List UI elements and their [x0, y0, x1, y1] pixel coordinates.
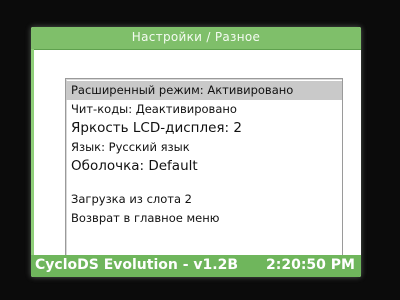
title-bar: Настройки / Разное [31, 27, 361, 50]
status-bar: CycloDS Evolution - v1.2B 2:20:50 PM [31, 255, 361, 277]
menu-item-shell[interactable]: Оболочка: Default [66, 157, 342, 176]
menu-item-return-main-menu[interactable]: Возврат в главное меню [66, 209, 342, 228]
settings-menu-panel: Расширенный режим: Активировано Чит-коды… [65, 78, 343, 262]
menu-item-cheat-codes[interactable]: Чит-коды: Деактивировано [66, 100, 342, 119]
menu-item-language[interactable]: Язык: Русский язык [66, 138, 342, 157]
clock: 2:20:50 PM [266, 257, 355, 273]
menu-item-boot-slot2[interactable]: Загрузка из слота 2 [66, 190, 342, 209]
ds-screen: Настройки / Разное Расширенный режим: Ак… [31, 27, 361, 277]
menu-item-lcd-brightness[interactable]: Яркость LCD-дисплея: 2 [66, 119, 342, 138]
page-title: Настройки / Разное [131, 30, 261, 44]
app-version-label: CycloDS Evolution - v1.2B [35, 257, 238, 273]
menu-item-extended-mode[interactable]: Расширенный режим: Активировано [66, 81, 342, 100]
screen-edge-accent [31, 49, 34, 259]
